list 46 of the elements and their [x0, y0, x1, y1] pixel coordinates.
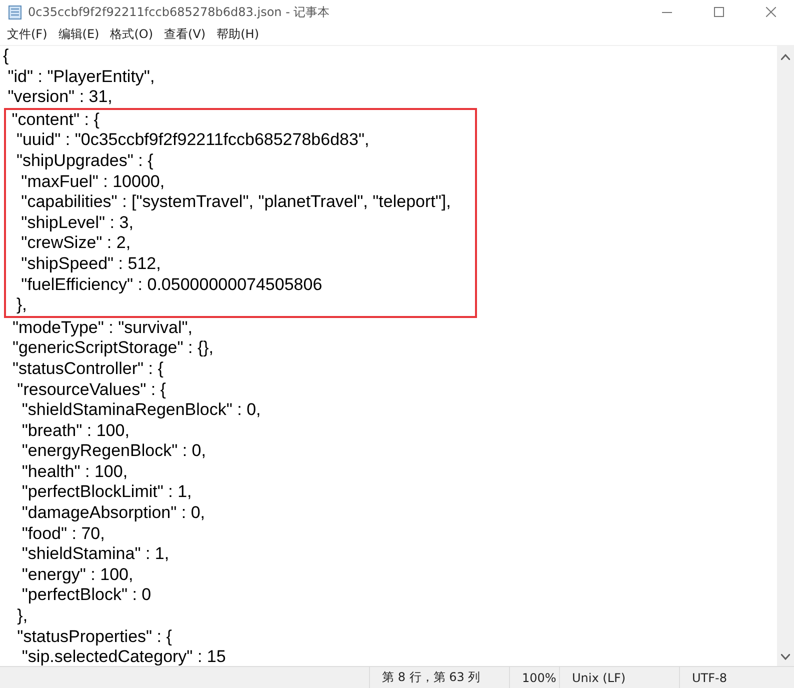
code-line: }, [16, 606, 29, 627]
code-line: { [3, 46, 10, 67]
code-line: "version" : 31, [6, 87, 114, 108]
line-ending: Unix (LF) [559, 667, 679, 688]
code-line: "shieldStamina" : 1, [20, 544, 170, 565]
menu-item[interactable]: 文件(F) [4, 26, 56, 43]
notepad-icon [8, 4, 22, 20]
code-line: "modeType" : "survival", [11, 318, 194, 338]
code-line: "perfectBlock" : 0 [20, 585, 152, 606]
cursor-position: 第 8 行，第 63 列 [369, 667, 509, 688]
code-line: "id" : "PlayerEntity", [6, 66, 156, 88]
code-line: "maxFuel" : 10000, [20, 172, 166, 192]
encoding: UTF-8 [679, 667, 794, 688]
code-line: "perfectBlockLimit" : 1, [20, 482, 193, 504]
menu-item[interactable]: 编辑(E) [55, 26, 108, 43]
menu-item[interactable]: 格式(O) [107, 26, 162, 43]
code-line: "breath" : 100, [20, 420, 130, 442]
code-line: }, [15, 295, 28, 316]
code-line: "shipUpgrades" : { [15, 150, 154, 172]
code-line: "content" : { [10, 110, 100, 130]
code-line: "shipSpeed" : 512, [20, 254, 162, 275]
scroll-up-icon[interactable] [781, 54, 790, 60]
code-line: "fuelEfficiency" : 0.05000000074505806 [20, 274, 324, 296]
code-line: "food" : 70, [20, 524, 106, 544]
code-line: "capabilities" : ["systemTravel", "planetTravel", "teleport"], [20, 192, 452, 213]
menu-item[interactable]: 查看(V) [161, 26, 214, 43]
code-line: "shipLevel" : 3, [20, 212, 134, 234]
code-line: "uuid" : "0c35ccbf9f2f92211fccb685278b6d83", [15, 130, 370, 151]
code-line: "damageAbsorption" : 0, [20, 503, 206, 524]
code-line: "statusController" : { [11, 358, 164, 380]
code-line: "health" : 100, [20, 462, 129, 482]
code-line: "crewSize" : 2, [20, 233, 132, 254]
code-line: "sip.selectedCategory" : 15 [20, 647, 227, 666]
code-line: "statusProperties" : { [16, 626, 173, 648]
window-title: 0c35ccbf9f2f92211fccb685278b6d83.json - 记事本 [28, 4, 331, 20]
code-line: "energy" : 100, [20, 564, 134, 586]
scroll-down-icon[interactable] [781, 654, 790, 660]
maximize-icon [714, 7, 724, 17]
close-icon [766, 7, 776, 17]
zoom-level: 100% [509, 667, 559, 688]
code-line: "resourceValues" : { [16, 380, 167, 400]
scrollbar[interactable] [777, 46, 794, 666]
code-line: "genericScriptStorage" : {}, [11, 338, 215, 359]
menu-item[interactable]: 帮助(H) [214, 26, 267, 43]
code-line: "energyRegenBlock" : 0, [20, 441, 207, 462]
code-line: "shieldStaminaRegenBlock" : 0, [20, 400, 262, 421]
